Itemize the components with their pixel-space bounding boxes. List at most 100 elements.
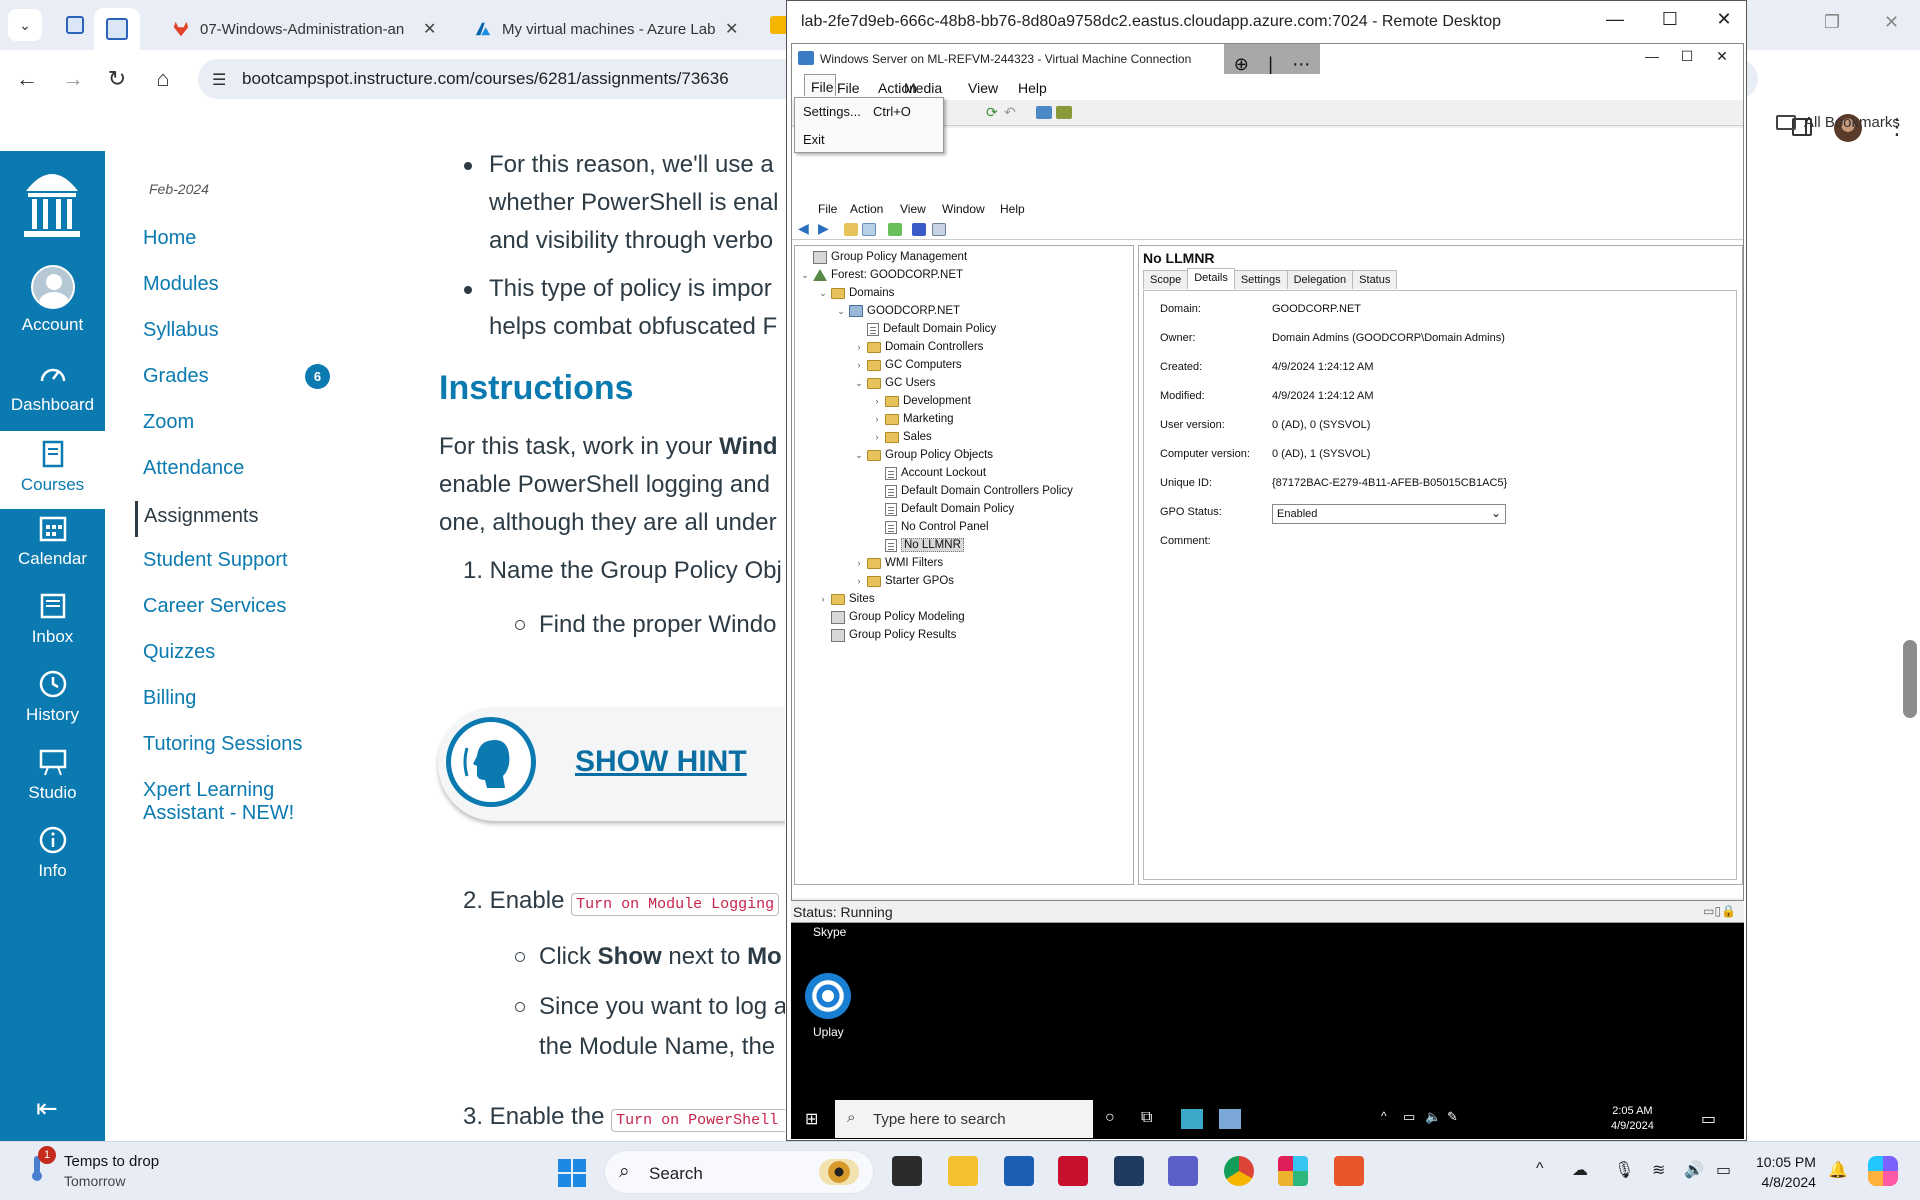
nav-studio[interactable]: Studio bbox=[0, 747, 105, 803]
file-menu-open[interactable]: File bbox=[804, 74, 836, 96]
tab-azure-labs[interactable]: My virtual machines - Azure Lab ✕ bbox=[462, 8, 762, 50]
mcafee-icon[interactable] bbox=[1058, 1156, 1088, 1186]
back-icon[interactable]: ← bbox=[12, 64, 42, 94]
notifications-icon[interactable]: ▭ bbox=[1701, 1109, 1716, 1129]
slack-icon[interactable] bbox=[1278, 1156, 1308, 1186]
menu-help[interactable]: Help bbox=[1018, 80, 1047, 96]
nav-history[interactable]: History bbox=[0, 669, 105, 725]
show-hint-card[interactable]: SHOW HINT bbox=[438, 707, 785, 821]
gpmc-menu-action[interactable]: Action bbox=[850, 202, 883, 216]
nav-calendar[interactable]: Calendar bbox=[0, 513, 105, 569]
course-nav-attendance[interactable]: Attendance bbox=[143, 457, 244, 480]
nav-courses[interactable]: Courses bbox=[0, 431, 105, 509]
gpmc-menu-window[interactable]: Window bbox=[942, 202, 985, 216]
enhanced-session-icon[interactable] bbox=[1036, 106, 1052, 119]
site-info-icon[interactable]: ☰ bbox=[212, 70, 226, 90]
microphone-icon[interactable]: 🎙 bbox=[1614, 1160, 1634, 1180]
tab-delegation[interactable]: Delegation bbox=[1286, 270, 1354, 289]
share-icon[interactable] bbox=[1056, 106, 1072, 119]
tab-details[interactable]: Details bbox=[1187, 268, 1235, 289]
tree-item-gpm-root[interactable]: Group Policy Management bbox=[799, 249, 967, 265]
tree-item-gc-computers[interactable]: › GC Computers bbox=[853, 357, 962, 373]
remote-desktop-icon[interactable] bbox=[1334, 1156, 1364, 1186]
cortana-icon[interactable]: ○ bbox=[1105, 1109, 1115, 1127]
volume-icon[interactable]: 🔈 bbox=[1425, 1109, 1441, 1125]
course-nav-student-support[interactable]: Student Support bbox=[143, 549, 288, 572]
tab-settings[interactable]: Settings bbox=[1233, 270, 1288, 289]
tab-status[interactable]: Status bbox=[1352, 270, 1398, 289]
tree-item-development[interactable]: › Development bbox=[871, 393, 971, 409]
gpmc-taskbar-icon[interactable] bbox=[1219, 1109, 1241, 1129]
page-scrollbar[interactable] bbox=[1903, 640, 1917, 718]
close-icon[interactable]: ✕ bbox=[1884, 12, 1899, 33]
vm-search-box[interactable]: ⌕ Type here to search bbox=[835, 1100, 1093, 1138]
gpmc-menu-file[interactable]: File bbox=[818, 202, 837, 216]
course-nav-assignments[interactable]: Assignments bbox=[135, 501, 259, 537]
course-nav-tutoring[interactable]: Tutoring Sessions bbox=[143, 733, 302, 756]
teams-icon[interactable] bbox=[1168, 1156, 1198, 1186]
tree-item-account-lockout[interactable]: Account Lockout bbox=[871, 465, 986, 481]
file-explorer-icon[interactable] bbox=[948, 1156, 978, 1186]
tree-item-goodcorp[interactable]: ⌄ GOODCORP.NET bbox=[835, 303, 960, 319]
gpmc-menu-view[interactable]: View bbox=[900, 202, 926, 216]
uplay-label[interactable]: Uplay bbox=[813, 1025, 844, 1039]
notification-bell-icon[interactable]: 🔔 bbox=[1828, 1160, 1848, 1180]
home-icon[interactable]: ⌂ bbox=[148, 64, 178, 94]
show-hint-link[interactable]: SHOW HINT bbox=[575, 745, 747, 779]
task-view-icon[interactable] bbox=[892, 1156, 922, 1186]
tree-item-sales[interactable]: › Sales bbox=[871, 429, 932, 445]
menu-exit[interactable]: Exit bbox=[803, 132, 825, 147]
tree-item-no-llmnr[interactable]: No LLMNR bbox=[871, 537, 964, 553]
tray-chevron-icon[interactable]: ^ bbox=[1536, 1160, 1544, 1178]
all-bookmarks-button[interactable]: All Bookmarks bbox=[1776, 114, 1900, 131]
forward-icon[interactable]: ▶ bbox=[818, 220, 832, 236]
course-nav-home[interactable]: Home bbox=[143, 227, 196, 250]
tab-gitlab[interactable]: 07-Windows-Administration-an ✕ bbox=[160, 8, 460, 50]
course-nav-zoom[interactable]: Zoom bbox=[143, 411, 194, 434]
chrome-icon[interactable] bbox=[1224, 1156, 1254, 1186]
course-nav-billing[interactable]: Billing bbox=[143, 687, 196, 710]
maximize-icon[interactable]: ☐ bbox=[1667, 48, 1707, 65]
taskbar-search[interactable]: ⌕ Search bbox=[604, 1150, 874, 1194]
server-manager-icon[interactable] bbox=[1181, 1109, 1203, 1129]
volume-icon[interactable]: 🔊 bbox=[1684, 1160, 1704, 1180]
tree-item-default-domain-policy[interactable]: Default Domain Policy bbox=[871, 501, 1014, 517]
tree-item-no-control-panel[interactable]: No Control Panel bbox=[871, 519, 989, 535]
show-hide-tree-icon[interactable] bbox=[862, 223, 876, 236]
tree-item-wmi-filters[interactable]: › WMI Filters bbox=[853, 555, 944, 571]
collapse-nav-icon[interactable]: ⇤ bbox=[36, 1093, 58, 1124]
tree-item-sites[interactable]: › Sites bbox=[817, 591, 875, 607]
menu-view[interactable]: View bbox=[968, 80, 998, 96]
properties-icon[interactable] bbox=[932, 223, 946, 236]
zoom-icon[interactable]: ⊕ bbox=[1234, 54, 1249, 75]
tree-item-gpo-container[interactable]: ⌄ Group Policy Objects bbox=[853, 447, 993, 463]
course-nav-modules[interactable]: Modules bbox=[143, 273, 219, 296]
back-icon[interactable]: ◀ bbox=[798, 220, 812, 236]
onedrive-icon[interactable]: ☁ bbox=[1572, 1160, 1588, 1180]
start-icon[interactable]: ⟳ bbox=[986, 104, 998, 121]
tree-item-default-dc-policy[interactable]: Default Domain Controllers Policy bbox=[871, 483, 1073, 499]
maximize-icon[interactable]: ☐ bbox=[1650, 9, 1690, 30]
nav-account[interactable]: Account bbox=[0, 265, 105, 335]
help-icon[interactable] bbox=[912, 223, 926, 236]
tree-item-gp-modeling[interactable]: Group Policy Modeling bbox=[817, 609, 965, 625]
course-nav-grades[interactable]: Grades 6 bbox=[143, 364, 330, 389]
copilot-icon[interactable] bbox=[1868, 1156, 1898, 1186]
tab-close-icon[interactable]: ✕ bbox=[423, 19, 436, 39]
minimize-icon[interactable]: — bbox=[1595, 9, 1635, 30]
pinned-tab-1[interactable] bbox=[62, 12, 88, 38]
gpo-status-select[interactable]: Enabled ⌄ bbox=[1272, 504, 1506, 524]
windows-start-icon[interactable] bbox=[558, 1159, 586, 1187]
wifi-icon[interactable]: ≋ bbox=[1652, 1160, 1665, 1180]
up-folder-icon[interactable] bbox=[844, 223, 858, 236]
menu-settings[interactable]: Settings... bbox=[803, 104, 861, 119]
course-nav-xpert[interactable]: Xpert Learning Assistant - NEW! bbox=[143, 779, 294, 825]
restore-icon[interactable]: ❐ bbox=[1824, 12, 1840, 33]
revert-icon[interactable]: ↶ bbox=[1004, 104, 1016, 121]
tree-item-gp-results[interactable]: Group Policy Results bbox=[817, 627, 956, 643]
course-nav-career-services[interactable]: Career Services bbox=[143, 595, 286, 618]
uplay-icon[interactable] bbox=[805, 973, 851, 1019]
tree-item-domains[interactable]: ⌄ Domains bbox=[817, 285, 894, 301]
tree-item-forest[interactable]: ⌄ Forest: GOODCORP.NET bbox=[799, 267, 963, 283]
microsoft-store-icon[interactable] bbox=[1004, 1156, 1034, 1186]
